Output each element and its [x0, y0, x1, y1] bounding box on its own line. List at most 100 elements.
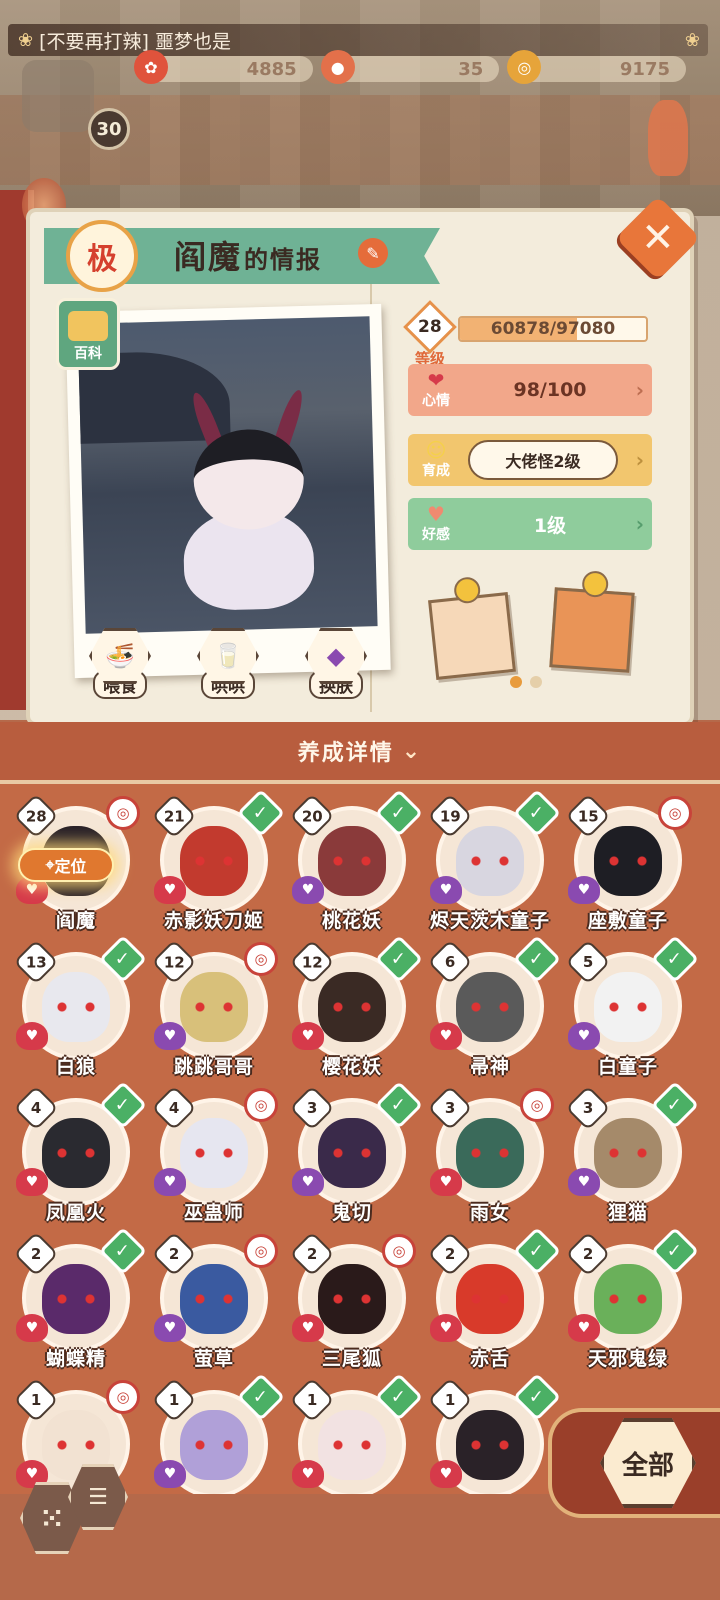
card-level: 2: [444, 1245, 456, 1263]
flower-icon: ❀: [18, 29, 34, 51]
monster-card[interactable]: 12 ✓ ♥ 樱花妖: [284, 934, 424, 1086]
resource-coins[interactable]: ✿ 4885: [134, 50, 313, 84]
favor-value: 1级: [533, 514, 567, 537]
card-level: 3: [444, 1099, 456, 1117]
smile-icon: [581, 570, 610, 598]
heart-icon: ♥: [430, 1314, 462, 1342]
level-indicator: 28 等级: [403, 300, 457, 368]
location-pin-icon: ⌖: [45, 855, 55, 874]
monster-card[interactable]: 3 ✓ ♥ 鬼切: [284, 1080, 424, 1232]
growth-value: 大佬怪2级: [468, 440, 618, 480]
monster-card[interactable]: 2 ◎ ♥ 萤草: [146, 1231, 282, 1378]
portrait-eyes: [192, 1440, 236, 1450]
activity-icon: ◎: [520, 1088, 554, 1122]
portrait-eyes: [468, 1002, 512, 1012]
heart-icon: ♥: [568, 1314, 600, 1342]
monster-card[interactable]: 3 ◎ ♥ 雨女: [422, 1085, 558, 1232]
growth-row[interactable]: ☺ 育成 大佬怪2级 ›: [408, 434, 652, 486]
detail-toggle[interactable]: 养成详情 ⌄: [0, 722, 720, 784]
resource-gold[interactable]: ◎ 9175: [507, 50, 687, 84]
card-level: 12: [163, 953, 185, 971]
gold-coin-icon: ◎: [507, 50, 542, 84]
portrait-eyes: [54, 1294, 98, 1304]
heart-icon: ♥: [154, 1168, 186, 1196]
heart-icon: ♥: [568, 876, 600, 904]
heart-icon: ♥: [16, 1314, 48, 1342]
portrait-eyes: [192, 1294, 236, 1304]
mood-label: 心情: [422, 393, 450, 409]
level-number: 28: [418, 316, 442, 337]
heart-icon: ♥: [154, 1022, 186, 1050]
panel-title: 阎魔 的情报: [174, 232, 322, 278]
card-level: 1: [306, 1391, 318, 1409]
card-level: 12: [301, 953, 323, 971]
player-avatar[interactable]: [22, 60, 94, 132]
heart-icon: ♥: [568, 1168, 600, 1196]
monster-card[interactable]: 5 ✓ ♥ 白童子: [560, 934, 700, 1086]
monster-card[interactable]: 15 ◎ ♥ 座敷童子: [560, 793, 696, 940]
monster-card[interactable]: 2 ✓ ♥ 蝴蝶精: [8, 1226, 148, 1378]
monster-card[interactable]: 2 ✓ ♥ 赤舌: [422, 1226, 562, 1378]
card-level: 4: [168, 1099, 180, 1117]
portrait-eyes: [192, 1148, 236, 1158]
activity-icon: ◎: [106, 796, 140, 830]
heart-icon: ♥: [16, 1168, 48, 1196]
wiki-button[interactable]: 百科: [56, 298, 120, 370]
card-level: 28: [25, 807, 47, 825]
resource-value: 35: [458, 58, 484, 80]
card-name: 白童子: [597, 1056, 658, 1078]
card-level: 3: [582, 1099, 594, 1117]
page-indicator: [510, 676, 542, 688]
chevron-right-icon: ›: [635, 512, 644, 536]
mood-row[interactable]: ❤ 心情 98/100 ›: [408, 364, 652, 416]
skin-button[interactable]: ◆ 换肤: [302, 628, 370, 700]
monster-card[interactable]: 28 ◎ ♥ 阎魔 ⌖ 定位: [8, 793, 144, 940]
monster-card[interactable]: 21 ✓ ♥ 赤影妖刀姬: [146, 788, 286, 940]
page-dot: [530, 676, 542, 688]
monster-card[interactable]: 3 ✓ ♥ 狸猫: [560, 1080, 700, 1232]
portrait-eyes: [330, 856, 374, 866]
monster-card[interactable]: 4 ✓ ♥ 凤凰火: [8, 1080, 148, 1232]
heart-icon: ♥: [430, 1460, 462, 1488]
monster-card[interactable]: 19 ✓ ♥ 烬天茨木童子: [422, 788, 562, 940]
coax-button[interactable]: 🥛 哄哄: [194, 628, 262, 700]
page-dot: [510, 676, 522, 688]
card-name: 萤草: [193, 1348, 234, 1370]
card-name: 巫蛊师: [183, 1202, 244, 1224]
card-name: 鬼切: [331, 1202, 372, 1224]
monster-card[interactable]: 2 ◎ ♥ 三尾狐: [284, 1231, 420, 1378]
monster-card[interactable]: 13 ✓ ♥ 白狼: [8, 934, 148, 1086]
reward-card[interactable]: [549, 570, 635, 673]
card-level: 13: [25, 953, 47, 971]
card-name: 狸猫: [607, 1202, 648, 1224]
card-level: 3: [306, 1099, 318, 1117]
locate-button[interactable]: ⌖ 定位: [18, 848, 114, 882]
chat-message-bar[interactable]: ❀ [不要再打辣] 噩梦也是 ❀: [8, 24, 708, 56]
portrait-eyes: [192, 1002, 236, 1012]
resource-fish[interactable]: ● 35: [320, 50, 500, 84]
wiki-label: 百科: [74, 346, 102, 362]
edit-name-icon[interactable]: ✎: [358, 238, 388, 268]
resource-value: 4885: [246, 58, 297, 80]
monster-card[interactable]: 4 ◎ ♥ 巫蛊师: [146, 1085, 282, 1232]
portrait-eyes: [330, 1294, 374, 1304]
card-level: 4: [30, 1099, 42, 1117]
monster-card[interactable]: 2 ✓ ♥ 天邪鬼绿: [560, 1226, 700, 1378]
card-level: 6: [444, 953, 456, 971]
card-name: 桃花妖: [321, 910, 382, 932]
activity-icon: ◎: [244, 1088, 278, 1122]
feed-button[interactable]: 🍜 喂食: [86, 628, 154, 700]
monster-card[interactable]: 20 ✓ ♥ 桃花妖: [284, 788, 424, 940]
portrait-eyes: [468, 856, 512, 866]
detail-title: 养成详情: [297, 741, 394, 766]
list-icon: ☰: [88, 1484, 108, 1510]
favor-row[interactable]: ♥ 好感 1级 ›: [408, 498, 652, 550]
portrait-eyes: [606, 1002, 650, 1012]
card-name: 白狼: [55, 1056, 96, 1078]
chevron-right-icon: ›: [635, 378, 644, 402]
card-name: 座敷童子: [587, 910, 668, 932]
monster-card[interactable]: 6 ✓ ♥ 帚神: [422, 934, 562, 1086]
monster-card[interactable]: 12 ◎ ♥ 跳跳哥哥: [146, 939, 282, 1086]
card-level: 15: [577, 807, 599, 825]
reward-card[interactable]: [428, 575, 516, 680]
